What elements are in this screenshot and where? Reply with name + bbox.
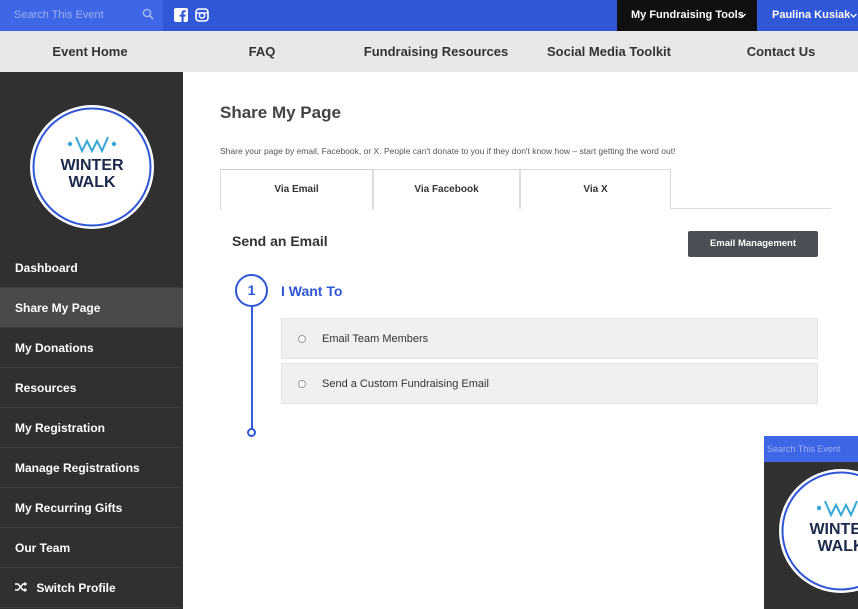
step-number: 1	[235, 274, 268, 307]
fundraising-tools-label: My Fundraising Tools	[631, 9, 744, 21]
sidebar-item-label: Switch Profile	[36, 581, 116, 595]
sidebar-item-label: Manage Registrations	[15, 461, 140, 475]
email-management-button[interactable]: Email Management	[688, 231, 818, 257]
main-nav: Event Home FAQ Fundraising Resources Soc…	[0, 31, 858, 72]
chevron-down-icon	[850, 13, 857, 18]
step-end-dot	[247, 428, 256, 437]
winter-walk-logo[interactable]: WINTER WALK	[29, 104, 155, 230]
section-title: Send an Email	[232, 233, 328, 249]
sidebar-item-label: My Registration	[15, 421, 106, 435]
nav-social-media-toolkit[interactable]: Social Media Toolkit	[536, 31, 682, 72]
sidebar-item-share-my-page[interactable]: Share My Page	[0, 288, 183, 328]
page-title: Share My Page	[220, 103, 341, 122]
user-menu[interactable]: Paulina Kusiak	[757, 0, 858, 31]
tab-via-facebook[interactable]: Via Facebook	[373, 169, 520, 209]
sidebar-item-resources[interactable]: Resources	[0, 368, 183, 408]
user-name: Paulina Kusiak	[772, 9, 851, 21]
sidebar: WINTER WALK Dashboard Share My Page My D…	[0, 72, 183, 609]
option-label: Email Team Members	[322, 333, 429, 345]
logo-line1: WINTER	[60, 157, 124, 174]
overlay-logo-line2: WALK	[817, 538, 858, 555]
nav-fundraising-resources[interactable]: Fundraising Resources	[360, 31, 512, 72]
sidebar-item-my-donations[interactable]: My Donations	[0, 328, 183, 368]
sidebar-item-our-team[interactable]: Our Team	[0, 528, 183, 568]
nav-contact-us[interactable]: Contact Us	[728, 31, 834, 72]
overlay-preview: Search This Event WINTER WALK	[764, 436, 858, 609]
winter-walk-logo: WINTER WALK	[779, 469, 858, 593]
nav-event-home[interactable]: Event Home	[28, 31, 152, 72]
sidebar-item-switch-profile[interactable]: Switch Profile	[0, 568, 183, 608]
radio-button[interactable]	[298, 335, 306, 343]
shuffle-icon	[15, 582, 27, 592]
sidebar-item-my-recurring-gifts[interactable]: My Recurring Gifts	[0, 488, 183, 528]
logo-line2: WALK	[68, 174, 116, 191]
step-title: I Want To	[281, 283, 343, 299]
sidebar-item-label: Our Team	[15, 541, 71, 555]
tab-via-email[interactable]: Via Email	[220, 169, 373, 210]
sidebar-item-label: My Donations	[15, 341, 94, 355]
option-label: Send a Custom Fundraising Email	[322, 378, 489, 390]
page-subtitle: Share your page by email, Facebook, or X…	[220, 146, 676, 156]
instagram-icon[interactable]	[195, 8, 209, 22]
sidebar-item-label: Resources	[15, 381, 77, 395]
chevron-down-icon	[739, 13, 746, 18]
sidebar-item-manage-registrations[interactable]: Manage Registrations	[0, 448, 183, 488]
top-bar: Search This Event My Fundraising Tools P…	[0, 0, 858, 31]
overlay-logo-line1: WINTER	[809, 521, 858, 538]
sidebar-item-dashboard[interactable]: Dashboard	[0, 248, 183, 288]
sidebar-item-my-registration[interactable]: My Registration	[0, 408, 183, 448]
option-email-team-members[interactable]: Email Team Members	[281, 318, 818, 359]
search-placeholder: Search This Event	[14, 9, 104, 21]
search-input[interactable]: Search This Event	[0, 0, 163, 31]
sidebar-item-label: Dashboard	[15, 261, 78, 275]
share-tabs: Via Email Via Facebook Via X	[220, 169, 831, 210]
search-icon[interactable]	[142, 8, 154, 20]
radio-button[interactable]	[298, 380, 306, 388]
sidebar-item-label: Share My Page	[15, 301, 101, 315]
overlay-search-input[interactable]: Search This Event	[764, 436, 858, 462]
facebook-icon[interactable]	[174, 8, 188, 22]
tab-via-x[interactable]: Via X	[520, 169, 671, 209]
nav-faq[interactable]: FAQ	[222, 31, 302, 72]
fundraising-tools-menu[interactable]: My Fundraising Tools	[617, 0, 757, 31]
sidebar-item-label: My Recurring Gifts	[15, 501, 123, 515]
step-connector	[251, 307, 253, 429]
option-custom-fundraising-email[interactable]: Send a Custom Fundraising Email	[281, 363, 818, 404]
